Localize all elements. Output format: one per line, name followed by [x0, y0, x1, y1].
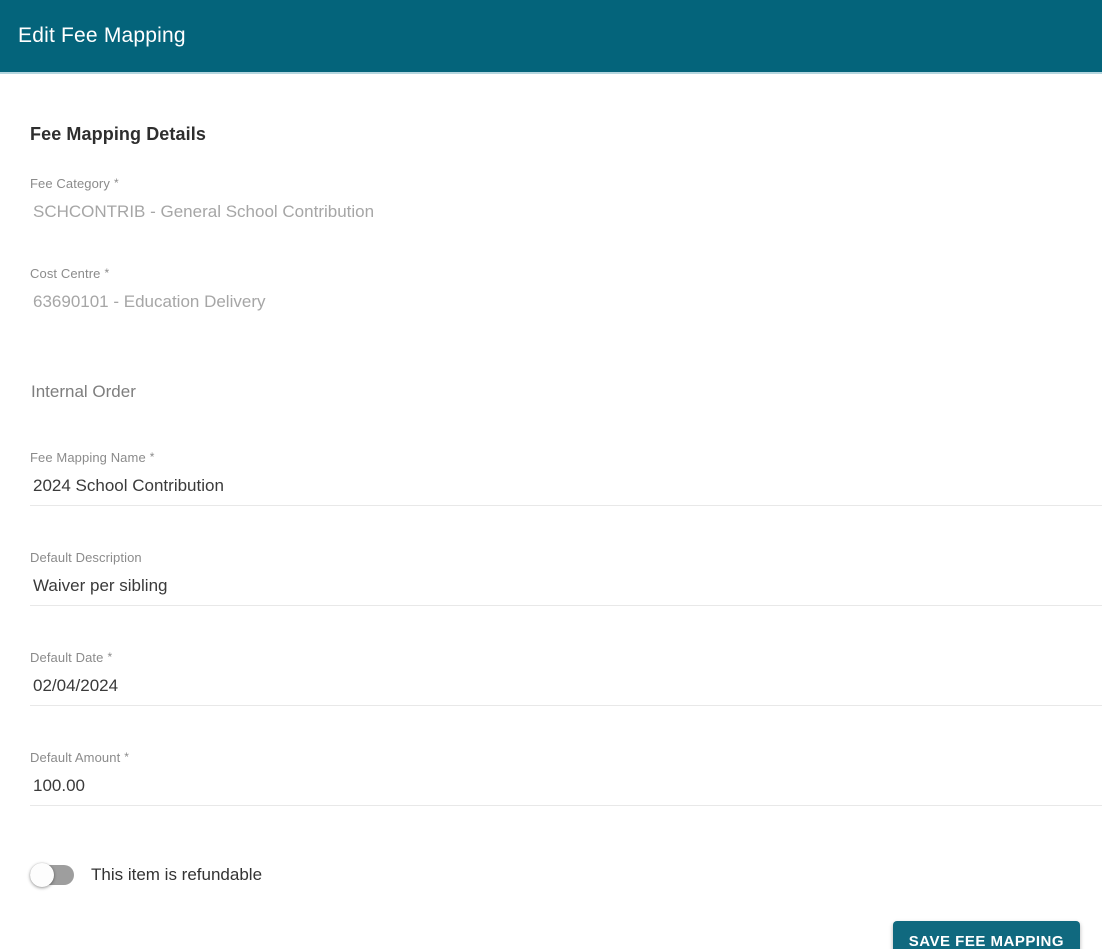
- field-default-description: Default Description: [30, 550, 1102, 606]
- default-amount-label: Default Amount *: [30, 750, 1102, 766]
- cost-centre-label-text: Cost Centre: [30, 266, 101, 281]
- cost-centre-label: Cost Centre *: [30, 266, 1102, 282]
- fee-category-label-text: Fee Category: [30, 176, 110, 191]
- fee-mapping-name-label: Fee Mapping Name *: [30, 450, 1102, 466]
- default-amount-input[interactable]: [30, 774, 1102, 806]
- fee-mapping-name-label-text: Fee Mapping Name: [30, 450, 146, 465]
- field-cost-centre: Cost Centre * 63690101 - Education Delive…: [30, 266, 1102, 314]
- refundable-toggle-row: This item is refundable: [30, 863, 1102, 887]
- field-default-amount: Default Amount *: [30, 750, 1102, 806]
- required-marker: *: [124, 750, 130, 764]
- field-default-date: Default Date *: [30, 650, 1102, 706]
- required-marker: *: [113, 176, 119, 190]
- fee-category-label: Fee Category *: [30, 176, 1102, 192]
- field-internal-order[interactable]: Internal Order: [30, 380, 1102, 404]
- default-description-label-text: Default Description: [30, 550, 142, 565]
- required-marker: *: [107, 650, 113, 664]
- toggle-knob-icon: [30, 863, 54, 887]
- dialog-header: Edit Fee Mapping: [0, 0, 1102, 74]
- edit-fee-mapping-dialog: Edit Fee Mapping Fee Mapping Details Fee…: [0, 0, 1102, 949]
- default-date-input[interactable]: [30, 674, 1102, 706]
- default-date-label: Default Date *: [30, 650, 1102, 666]
- field-fee-mapping-name: Fee Mapping Name *: [30, 450, 1102, 506]
- fee-category-value: SCHCONTRIB - General School Contribution: [33, 202, 375, 221]
- refundable-toggle[interactable]: [30, 863, 74, 887]
- refundable-toggle-label: This item is refundable: [91, 865, 263, 884]
- save-fee-mapping-button[interactable]: SAVE FEE MAPPING: [892, 921, 1080, 949]
- cost-centre-value: 63690101 - Education Delivery: [33, 292, 266, 311]
- actions-row: SAVE FEE MAPPING: [30, 921, 1102, 949]
- section-title: Fee Mapping Details: [30, 124, 206, 144]
- default-date-label-text: Default Date: [30, 650, 104, 665]
- default-description-label: Default Description: [30, 550, 1102, 566]
- dialog-title: Edit Fee Mapping: [18, 24, 186, 47]
- internal-order-placeholder[interactable]: Internal Order: [30, 380, 1102, 404]
- field-fee-category: Fee Category * SCHCONTRIB - General Schoo…: [30, 176, 1102, 224]
- default-description-input[interactable]: [30, 574, 1102, 606]
- required-marker: *: [104, 266, 110, 280]
- required-marker: *: [149, 450, 155, 464]
- fee-mapping-name-input[interactable]: [30, 474, 1102, 506]
- default-amount-label-text: Default Amount: [30, 750, 121, 765]
- fee-mapping-form: Fee Mapping Details Fee Category * SCHCON…: [0, 122, 1102, 949]
